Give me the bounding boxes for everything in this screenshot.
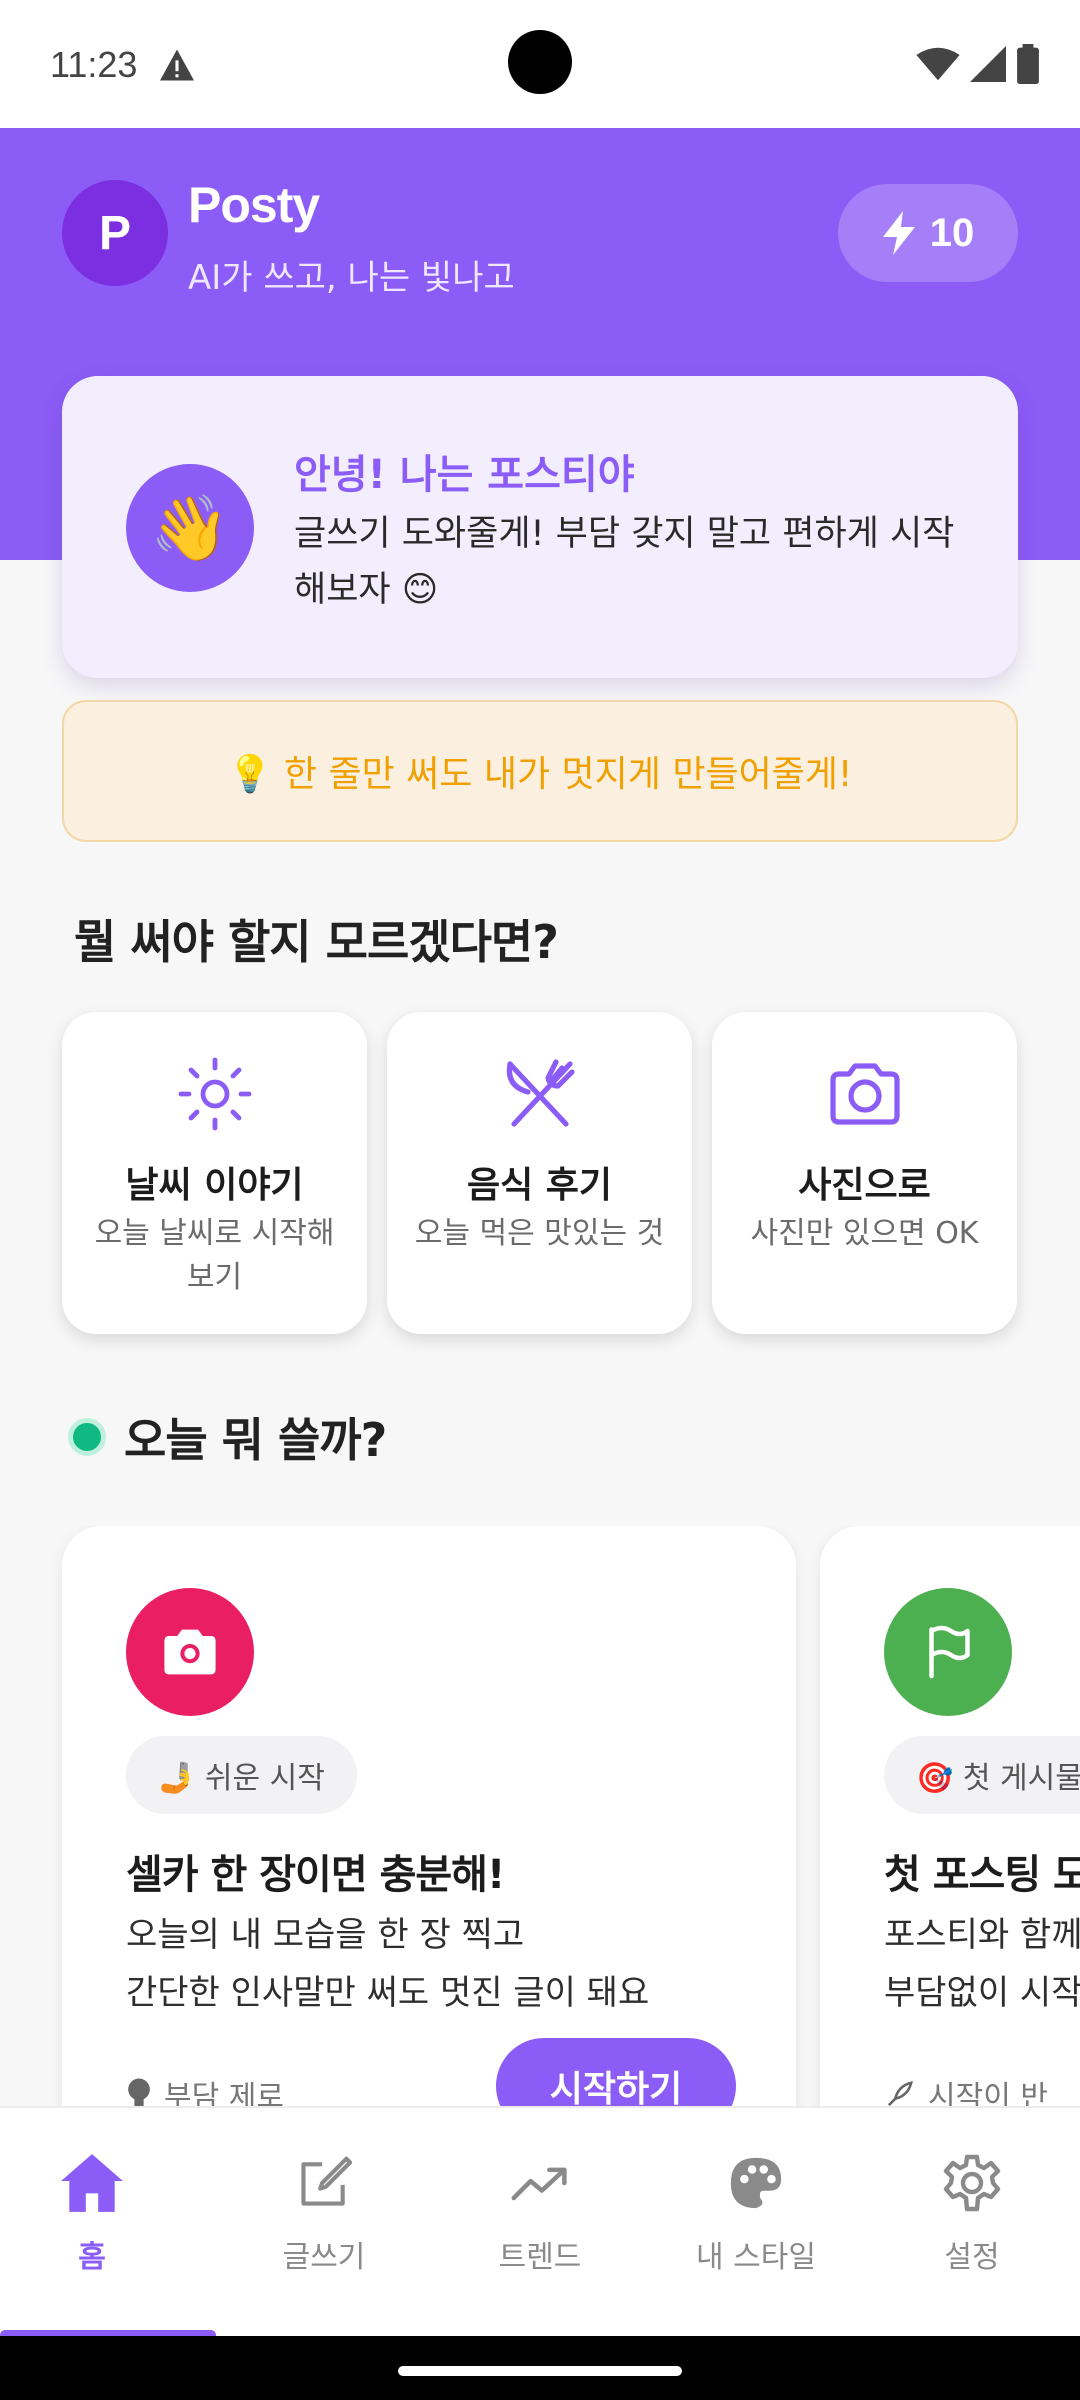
idea-subtitle: 사진만 있으면 OK — [750, 1216, 979, 1251]
flag-icon — [884, 1588, 1012, 1716]
sun-icon — [178, 1057, 251, 1131]
wifi-icon — [916, 47, 960, 81]
nav-label: 내 스타일 — [696, 2240, 816, 2275]
start-button[interactable]: 시작하기 — [496, 2038, 736, 2106]
topic-desc-line: 부담없이 시작 — [884, 1973, 1080, 2013]
status-time: 11:23 — [50, 44, 138, 85]
ideas-section-title: 뭘 써야 할지 모르겠다면? — [74, 915, 559, 969]
home-icon — [61, 2154, 123, 2212]
nav-label: 글쓰기 — [282, 2240, 366, 2275]
bottom-navigation: 홈 글쓰기 트렌드 내 스타일 설정 — [0, 2106, 1080, 2336]
nav-settings[interactable]: 설정 — [872, 2148, 1072, 2276]
nav-label: 홈 — [78, 2240, 106, 2275]
topic-carousel[interactable]: 🤳 쉬운 시작 셀카 한 장이면 충분해! 오늘의 내 모습을 한 장 찍고 간… — [0, 1526, 1080, 2106]
nav-home[interactable]: 홈 — [0, 2148, 192, 2276]
warning-icon — [160, 49, 194, 81]
nav-label: 설정 — [944, 2240, 1000, 2275]
topic-footer: 부담 제로 — [126, 2072, 284, 2106]
edit-icon — [301, 2156, 352, 2206]
palette-icon — [730, 2157, 782, 2209]
status-dot-icon — [68, 1418, 106, 1456]
idea-card-weather[interactable]: 날씨 이야기 오늘 날씨로 시작해보기 — [62, 1012, 367, 1334]
topic-desc-line: 간단한 인사말만 써도 멋진 글이 돼요 — [126, 1973, 650, 2013]
camera-cutout — [508, 30, 572, 94]
lightning-icon — [882, 211, 915, 255]
difficulty-chip: 🎯 첫 게시물 — [884, 1736, 1080, 1814]
nav-label: 트렌드 — [498, 2240, 582, 2275]
lightbulb-icon — [128, 2078, 150, 2106]
topic-description: 포스티와 함께 부담없이 시작 — [884, 1906, 1080, 2022]
idea-subtitle: 오늘 날씨로 시작해보기 — [94, 1216, 335, 1295]
camera-icon — [126, 1588, 254, 1716]
signal-icon — [970, 46, 1006, 82]
waving-hand-icon: 👋 — [126, 464, 254, 592]
app-tagline: AI가 쓰고, 나는 빛나고 — [188, 258, 515, 298]
topic-footer-text: 시작이 반 — [928, 2080, 1048, 2106]
tip-banner: 💡 한 줄만 써도 내가 멋지게 만들어줄게! — [62, 700, 1018, 842]
topic-footer: 시작이 반 — [884, 2072, 1048, 2106]
topic-card-selfie[interactable]: 🤳 쉬운 시작 셀카 한 장이면 충분해! 오늘의 내 모습을 한 장 찍고 간… — [62, 1526, 796, 2106]
topic-desc-line: 오늘의 내 모습을 한 장 찍고 — [126, 1915, 525, 1955]
credits-badge[interactable]: 10 — [838, 184, 1018, 282]
today-section-title: 오늘 뭐 쓸까? — [68, 1404, 387, 1470]
topic-title: 첫 포스팅 도 — [884, 1852, 1080, 1898]
greeting-text: 글쓰기 도와줄게! 부담 갖지 말고 편하게 시작해보자 😊 — [294, 514, 955, 610]
topic-card-first-post[interactable]: 🎯 첫 게시물 첫 포스팅 도 포스티와 함께 부담없이 시작 시작이 반 — [820, 1526, 1080, 2106]
avatar[interactable]: P — [62, 180, 168, 286]
idea-subtitle: 오늘 먹은 맛있는 것 — [414, 1216, 665, 1251]
status-bar: 11:23 — [0, 0, 1080, 128]
nav-write[interactable]: 글쓰기 — [224, 2148, 424, 2276]
app-title: Posty — [188, 177, 320, 233]
home-gesture-handle[interactable] — [398, 2366, 682, 2376]
greeting-card: 👋 안녕! 나는 포스티야 글쓰기 도와줄게! 부담 갖지 말고 편하게 시작해… — [62, 376, 1018, 678]
rocket-icon — [887, 2081, 913, 2106]
nav-my-style[interactable]: 내 스타일 — [656, 2148, 856, 2276]
status-icons — [916, 44, 1040, 84]
gear-icon — [943, 2154, 1001, 2212]
idea-card-photo[interactable]: 사진으로 사진만 있으면 OK — [712, 1012, 1017, 1334]
greeting-title: 안녕! 나는 포스티야 — [294, 452, 635, 498]
today-title-text: 오늘 뭐 쓸까? — [124, 1413, 387, 1467]
idea-card-food[interactable]: 음식 후기 오늘 먹은 맛있는 것 — [387, 1012, 692, 1334]
credits-count: 10 — [929, 210, 975, 255]
topic-title: 셀카 한 장이면 충분해! — [126, 1852, 505, 1898]
camera-icon — [829, 1063, 900, 1125]
idea-title: 사진으로 — [798, 1165, 931, 1206]
trend-icon — [511, 2167, 567, 2201]
topic-desc-line: 포스티와 함께 — [884, 1915, 1080, 1955]
topic-description: 오늘의 내 모습을 한 장 찍고 간단한 인사말만 써도 멋진 글이 돼요 — [126, 1906, 649, 2022]
topic-footer-text: 부담 제로 — [164, 2080, 284, 2106]
idea-cards: 날씨 이야기 오늘 날씨로 시작해보기 음식 후기 오늘 먹은 맛있는 것 사진… — [62, 1012, 1018, 1334]
nav-trend[interactable]: 트렌드 — [440, 2148, 640, 2276]
idea-title: 날씨 이야기 — [125, 1165, 304, 1206]
battery-icon — [1017, 44, 1039, 84]
difficulty-chip: 🤳 쉬운 시작 — [126, 1736, 357, 1814]
idea-title: 음식 후기 — [466, 1165, 612, 1206]
utensils-icon — [506, 1059, 575, 1127]
